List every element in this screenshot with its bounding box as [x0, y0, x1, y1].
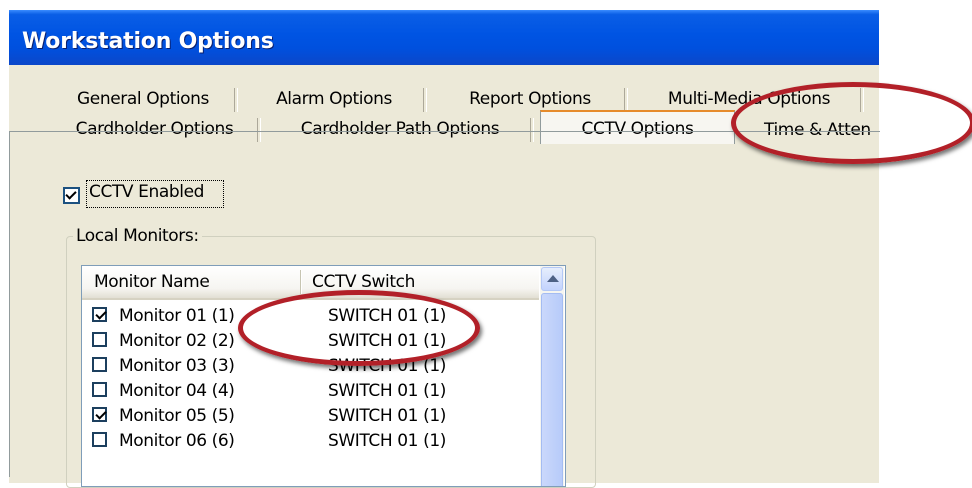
- tab-label: General Options: [77, 89, 209, 109]
- monitor-name: Monitor 04 (4): [119, 381, 235, 401]
- monitor-name: Monitor 03 (3): [119, 356, 235, 376]
- annotation-ellipse-time-attendance-tab: [731, 82, 972, 164]
- tab-general-options[interactable]: General Options: [48, 85, 238, 113]
- cctv-switch: SWITCH 01 (1): [328, 406, 446, 426]
- cctv-switch: SWITCH 01 (1): [328, 381, 446, 401]
- list-row[interactable]: Monitor 06 (6) SWITCH 01 (1): [82, 429, 539, 453]
- column-header-monitor-name[interactable]: Monitor Name: [82, 266, 309, 298]
- list-row[interactable]: Monitor 05 (5) SWITCH 01 (1): [82, 404, 539, 428]
- row-checkbox[interactable]: [92, 432, 107, 447]
- tab-report-options[interactable]: Report Options: [432, 85, 628, 113]
- title-bar[interactable]: Workstation Options: [9, 10, 879, 65]
- monitor-name: Monitor 01 (1): [119, 306, 235, 326]
- cctv-enabled-label: CCTV Enabled: [89, 182, 205, 202]
- local-monitors-title: Local Monitors:: [73, 226, 202, 246]
- monitor-name: Monitor 06 (6): [119, 431, 235, 451]
- tab-alarm-options[interactable]: Alarm Options: [241, 85, 427, 113]
- list-row[interactable]: Monitor 04 (4) SWITCH 01 (1): [82, 379, 539, 403]
- row-checkbox[interactable]: [92, 307, 107, 322]
- scroll-up-button[interactable]: [541, 267, 563, 291]
- scroll-thumb[interactable]: [541, 293, 563, 486]
- vertical-scrollbar[interactable]: [540, 266, 564, 486]
- arrow-up-icon: [547, 275, 559, 282]
- monitor-name: Monitor 02 (2): [119, 331, 235, 351]
- tab-label: Alarm Options: [276, 89, 392, 109]
- monitor-name: Monitor 05 (5): [119, 406, 235, 426]
- window-title: Workstation Options: [22, 29, 274, 54]
- cctv-switch: SWITCH 01 (1): [328, 431, 446, 451]
- annotation-ellipse-switch-column: [238, 290, 480, 366]
- cctv-enabled-checkbox[interactable]: [63, 187, 80, 204]
- row-checkbox[interactable]: [92, 332, 107, 347]
- row-checkbox[interactable]: [92, 407, 107, 422]
- row-checkbox[interactable]: [92, 357, 107, 372]
- tab-label: Report Options: [469, 89, 591, 109]
- row-checkbox[interactable]: [92, 382, 107, 397]
